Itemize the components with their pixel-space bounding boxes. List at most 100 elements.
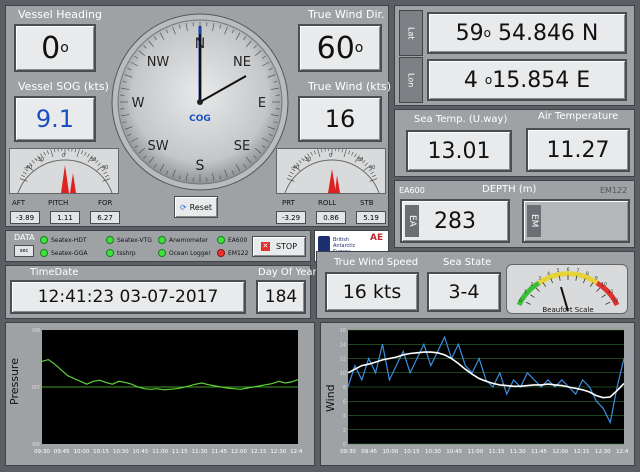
- status-em122: EM122: [228, 250, 249, 257]
- lon-display: 4 o 15.854 E: [427, 59, 627, 101]
- x-tick-label: 11:45: [531, 449, 547, 455]
- wind-kts-value: 16: [324, 105, 356, 133]
- reset-label: Reset: [189, 202, 213, 212]
- lat-min: 54.846 N: [497, 20, 599, 46]
- status-ocean-logger-dot: [158, 249, 166, 257]
- x-tick-label: 10:30: [113, 449, 129, 455]
- ea-tag: EA: [405, 205, 419, 237]
- status-ea600: EA600: [228, 237, 248, 244]
- depth-em-title: EM122: [600, 186, 628, 195]
- x-tick-label: 11:15: [489, 449, 505, 455]
- wind-chart: 0 2 4 6 8 10 12 14 16 09:30 09:45 10:00 10:15 10:30 10…: [340, 328, 628, 455]
- heading-title: Vessel Heading: [18, 8, 102, 21]
- wind-dir-display: 60 o: [298, 24, 382, 72]
- x-tick-label: 11:30: [192, 449, 208, 455]
- compass-w: W: [132, 96, 145, 111]
- x-tick-label: 10:15: [404, 449, 420, 455]
- svg-text:-30: -30: [303, 157, 311, 163]
- status-seatex-hdt: Seatex-HDT: [51, 237, 87, 244]
- y-tick-label: 1007: [32, 385, 40, 391]
- pitch-aft-label: AFT: [12, 199, 25, 207]
- status-seatex-vtg-dot: [106, 236, 114, 244]
- x-tick-label: 12:00: [231, 449, 247, 455]
- em-tag: EM: [527, 205, 541, 237]
- y-tick-label: 0: [343, 442, 346, 448]
- svg-text:-30: -30: [36, 157, 44, 163]
- x-tick-label: 11:45: [211, 449, 227, 455]
- depth-ea-value: 283: [434, 208, 476, 234]
- x-tick-label: 12:30: [270, 449, 286, 455]
- x-tick-label: 12:45: [616, 449, 628, 455]
- wind-kts-display: 16: [298, 96, 382, 142]
- beaufort-tick-label: 2: [530, 282, 533, 288]
- air-temp-title: Air Temperature: [538, 111, 619, 122]
- ae-logo: AE: [370, 233, 384, 243]
- lat-label: Lat: [399, 10, 423, 56]
- roll-stb-label: STB: [360, 199, 374, 207]
- data-sec-field[interactable]: sec: [14, 245, 34, 257]
- beaufort-tick-label: 8: [586, 271, 589, 277]
- x-tick-label: 12:00: [552, 449, 568, 455]
- roll-gauge: -40 -30 0 30 40: [276, 148, 386, 194]
- depth-ea-display: EA 283: [400, 199, 510, 243]
- timedate-value: 12:41:23 03-07-2017: [37, 287, 219, 307]
- lat-display: 59 o 54.846 N: [427, 12, 627, 54]
- x-tick-label: 12:30: [595, 449, 611, 455]
- svg-text:-40: -40: [24, 165, 32, 171]
- timedate-title: TimeDate: [30, 267, 79, 278]
- x-tick-label: 10:15: [93, 449, 109, 455]
- bas-logo-icon: [318, 236, 330, 252]
- svg-text:-40: -40: [291, 165, 299, 171]
- svg-text:0: 0: [329, 153, 332, 159]
- sea-state-display: 3-4: [427, 272, 501, 312]
- pitch-for-value: 6.27: [90, 211, 120, 224]
- sog-title: Vessel SOG (kts): [18, 80, 109, 93]
- x-tick-label: 09:30: [34, 449, 50, 455]
- sog-value: 9.1: [35, 105, 75, 133]
- roll-prt-label: PRT: [282, 199, 295, 207]
- status-ea600-dot: [217, 236, 225, 244]
- compass-nw: NW: [147, 55, 170, 70]
- lon-min: 15.854 E: [492, 67, 591, 93]
- pitch-gauge: -40 -30 0 30 40: [9, 148, 119, 194]
- beaufort-tick-label: 3: [538, 275, 541, 281]
- svg-text:30: 30: [357, 157, 363, 163]
- y-tick-label: 8: [343, 385, 346, 391]
- y-tick-label: 16: [340, 328, 346, 334]
- data-title: DATA: [14, 233, 35, 242]
- roll-label: ROLL: [318, 199, 337, 207]
- x-tick-label: 09:45: [54, 449, 70, 455]
- status-seatex-vtg: Seatex-VTG: [117, 237, 152, 244]
- beaufort-tick-label: 6: [567, 267, 570, 273]
- status-seatex-gga-dot: [40, 249, 48, 257]
- x-tick-label: 10:45: [133, 449, 149, 455]
- stop-label: STOP: [275, 242, 298, 251]
- x-tick-label: 12:15: [251, 449, 267, 455]
- stop-icon: ✕: [260, 242, 270, 251]
- svg-text:30: 30: [90, 157, 96, 163]
- compass-se: SE: [234, 139, 250, 154]
- y-tick-label: 1006: [32, 442, 40, 448]
- pitch-value: 1.11: [50, 211, 80, 224]
- x-tick-label: 11:15: [172, 449, 188, 455]
- reset-icon: ⟳: [179, 202, 187, 212]
- beaufort-tick-label: 4: [547, 271, 550, 277]
- sea-temp-display: 13.01: [406, 130, 512, 172]
- timedate-display: 12:41:23 03-07-2017: [10, 280, 246, 314]
- wind-kts-title: True Wind (kts): [308, 80, 391, 93]
- doy-value: 184: [264, 287, 298, 307]
- lon-deg: 4: [463, 67, 478, 93]
- x-tick-label: 12:15: [574, 449, 590, 455]
- roll-value: 0.86: [316, 211, 346, 224]
- x-tick-label: 12:45: [290, 449, 302, 455]
- svg-text:0: 0: [62, 153, 65, 159]
- status-tsshrp-dot: [106, 249, 114, 257]
- beaufort-tick-label: 7: [576, 268, 579, 274]
- stop-button[interactable]: ✕ STOP: [252, 236, 306, 257]
- wind-dir-value: 60: [316, 30, 355, 66]
- reset-button[interactable]: ⟳ Reset: [174, 196, 218, 218]
- sea-temp-value: 13.01: [427, 138, 491, 164]
- heading-unit: o: [60, 40, 69, 56]
- x-tick-label: 10:00: [73, 449, 89, 455]
- x-tick-label: 09:45: [361, 449, 377, 455]
